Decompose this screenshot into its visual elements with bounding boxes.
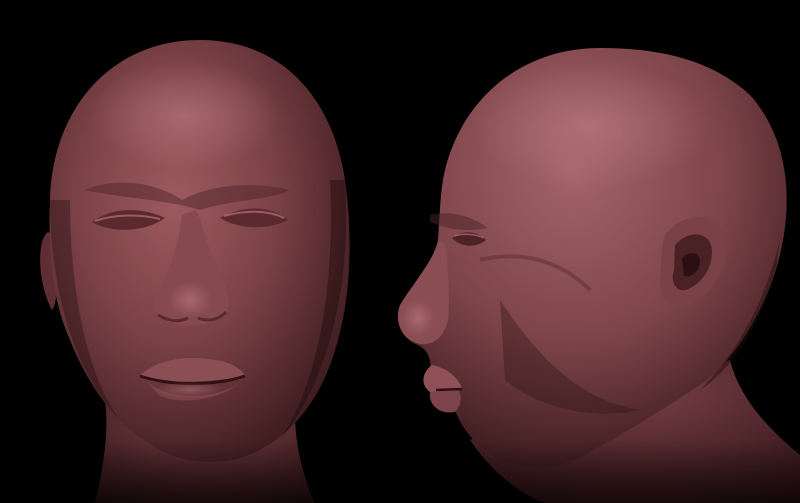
head-render [40,40,800,503]
side-nose [398,240,449,345]
render-viewport [0,0,800,503]
front-view-head [40,40,350,503]
side-view-head [397,48,800,503]
